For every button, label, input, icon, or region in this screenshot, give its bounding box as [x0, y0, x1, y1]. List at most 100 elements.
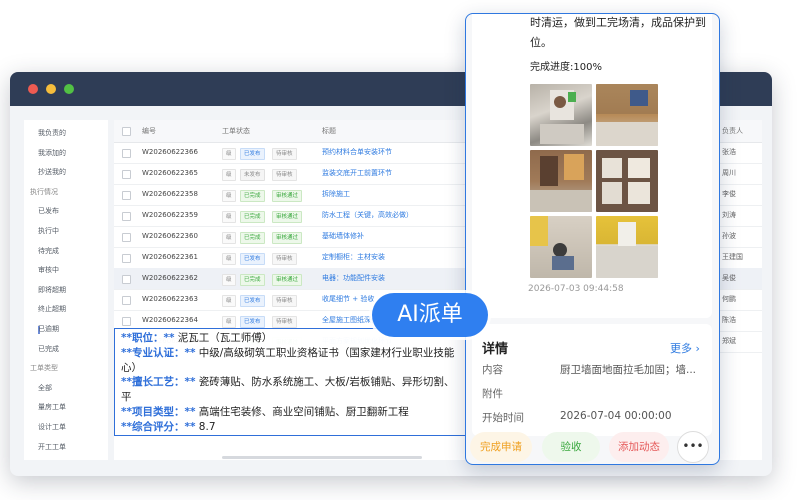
photo-timestamp: 2026-07-03 09:44:58 — [528, 284, 624, 294]
status-tag: 已发布 — [240, 253, 265, 265]
sidebar-item[interactable]: 设计工单 — [38, 422, 66, 432]
photo-4[interactable] — [596, 150, 658, 212]
order-id: W20260622365 — [142, 169, 198, 177]
row-checkbox[interactable] — [122, 212, 131, 221]
priority-tag: 级 — [222, 232, 236, 244]
content-value: 厨卫墙面地面拉毛加固；墙... — [560, 364, 697, 376]
column-header-status: 工单状态 — [222, 127, 250, 135]
photo-6[interactable] — [596, 216, 658, 278]
row-checkbox[interactable] — [122, 191, 131, 200]
sidebar-item[interactable]: 我添加的 — [38, 148, 66, 158]
priority-tag: 级 — [222, 190, 236, 202]
row-checkbox[interactable] — [122, 170, 131, 179]
sidebar-item[interactable]: 全部 — [38, 383, 52, 393]
status-tag: 已发布 — [240, 148, 265, 160]
sidebar-item[interactable]: 我负责的 — [38, 128, 66, 138]
more-link[interactable]: 更多 › — [670, 340, 700, 356]
profile-field-value: 瓷砖薄贴、防水系统施工、大板/岩板铺贴、异形切割、 — [195, 376, 455, 389]
review-tag: 待审核 — [272, 148, 297, 160]
more-options-button[interactable]: ••• — [677, 431, 709, 463]
review-tag: 审核通过 — [272, 274, 303, 286]
sidebar-item[interactable]: 已逾期 — [38, 324, 59, 334]
sidebar-item[interactable]: 抄送我的 — [38, 167, 66, 177]
order-title-link[interactable]: 拆除施工 — [322, 184, 350, 205]
work-order-detail-panel: 时清运，做到工完场清，成品保护到 位。 完成进度:100% 2026-07-03… — [465, 13, 720, 465]
attachment-label: 附件 — [482, 388, 503, 400]
order-id: W20260622362 — [142, 274, 198, 282]
status-tag: 未发布 — [240, 169, 265, 181]
profile-line: **专业认证：** 中级/高级砌筑工职业资格证书（国家建材行业职业技能 — [121, 346, 454, 360]
order-title-link[interactable]: 基础墙体修补 — [322, 226, 364, 247]
profile-field-value: 泥瓦工（瓦工师傅） — [174, 332, 273, 344]
status-tag: 已完成 — [240, 232, 265, 244]
sidebar-item[interactable]: 即将超期 — [38, 285, 66, 295]
status-tag: 已发布 — [240, 295, 265, 307]
complete-request-button[interactable]: 完成申请 — [470, 432, 532, 462]
row-checkbox[interactable] — [122, 317, 131, 326]
sidebar-item[interactable]: 终止超期 — [38, 304, 66, 314]
profile-field-value: 平 — [121, 391, 132, 404]
start-time-value: 2026-07-04 00:00:00 — [560, 410, 672, 422]
ai-dispatch-badge[interactable]: AI派单 — [372, 293, 488, 337]
horizontal-scrollbar[interactable] — [222, 456, 422, 459]
worker-profile-card: **职位：** 泥瓦工（瓦工师傅） **专业认证：** 中级/高级砌筑工职业资格证… — [114, 328, 476, 436]
review-tag: 审核通过 — [272, 232, 303, 244]
select-all-checkbox[interactable] — [122, 127, 131, 136]
row-checkbox[interactable] — [122, 296, 131, 305]
profile-field-key: **专业认证：** — [121, 346, 196, 359]
order-title-link[interactable]: 收尾细节 + 验收 — [322, 289, 374, 310]
sidebar-group-label: 工单类型 — [30, 364, 58, 373]
order-title-link[interactable]: 电器：功能配件安装 — [322, 268, 385, 289]
minimize-window-icon[interactable] — [46, 84, 56, 94]
maximize-window-icon[interactable] — [64, 84, 74, 94]
row-checkbox[interactable] — [122, 254, 131, 263]
profile-line: 心） — [121, 361, 142, 375]
photo-5[interactable] — [530, 216, 592, 278]
assignee: 孙波 — [722, 232, 736, 240]
profile-field-key: **擅长工艺：** — [121, 376, 196, 389]
assignee: 刘涛 — [722, 211, 736, 219]
tile-wall-photo-icon — [530, 154, 592, 212]
row-checkbox[interactable] — [122, 149, 131, 158]
assignee: 陈浩 — [722, 316, 736, 324]
sidebar: 我负责的我添加的抄送我的执行情况已发布执行中待完成审核中即将超期终止超期已逾期已… — [24, 120, 108, 460]
sidebar-item[interactable]: 量房工单 — [38, 402, 66, 412]
sidebar-item[interactable]: 待完成 — [38, 246, 59, 256]
sidebar-item[interactable]: 审核中 — [38, 265, 59, 275]
sidebar-item[interactable]: 执行中 — [38, 226, 59, 236]
priority-tag: 级 — [222, 316, 236, 328]
order-id: W20260622359 — [142, 211, 198, 219]
status-tag: 已完成 — [240, 211, 265, 223]
photo-3[interactable] — [530, 150, 592, 212]
sidebar-item[interactable]: 已完成 — [38, 344, 59, 354]
photo-1[interactable] — [530, 84, 592, 146]
sidebar-item[interactable]: 已发布 — [38, 206, 59, 216]
assignee: 王建国 — [722, 253, 743, 261]
sidebar-item[interactable]: 开工工单 — [38, 442, 66, 452]
profile-line: 平 — [121, 390, 132, 404]
order-title-link[interactable]: 定制橱柜：主材安装 — [322, 247, 385, 268]
priority-tag: 级 — [222, 211, 236, 223]
column-header-assignee: 负责人 — [722, 127, 743, 135]
profile-field-value: 高端住宅装修、商业空间铺贴、厨卫翻新工程 — [195, 406, 409, 418]
row-checkbox[interactable] — [122, 233, 131, 242]
column-header-title: 标题 — [322, 127, 336, 135]
priority-tag: 级 — [222, 295, 236, 307]
order-title-link[interactable]: 监装交底开工前置环节 — [322, 163, 392, 184]
sidebar-group-label: 执行情况 — [30, 187, 58, 196]
column-header-id: 编号 — [142, 127, 156, 135]
close-window-icon[interactable] — [28, 84, 38, 94]
photo-2[interactable] — [596, 84, 658, 146]
content-label: 内容 — [482, 364, 503, 376]
accept-button[interactable]: 验收 — [542, 432, 600, 462]
assignee: 郑斌 — [722, 337, 736, 345]
progress-text: 完成进度:100% — [530, 62, 602, 73]
row-checkbox[interactable] — [122, 275, 131, 284]
add-update-button[interactable]: 添加动态 — [609, 432, 669, 462]
profile-field-value: 中级/高级砌筑工职业资格证书（国家建材行业职业技能 — [195, 346, 455, 359]
order-title-link[interactable]: 防水工程（关键，高效必做） — [322, 205, 413, 226]
order-title-link[interactable]: 预约材料合单安装环节 — [322, 142, 392, 163]
start-time-label: 开始时间 — [482, 412, 524, 424]
order-id: W20260622361 — [142, 253, 198, 261]
assignee: 何鹏 — [722, 295, 736, 303]
